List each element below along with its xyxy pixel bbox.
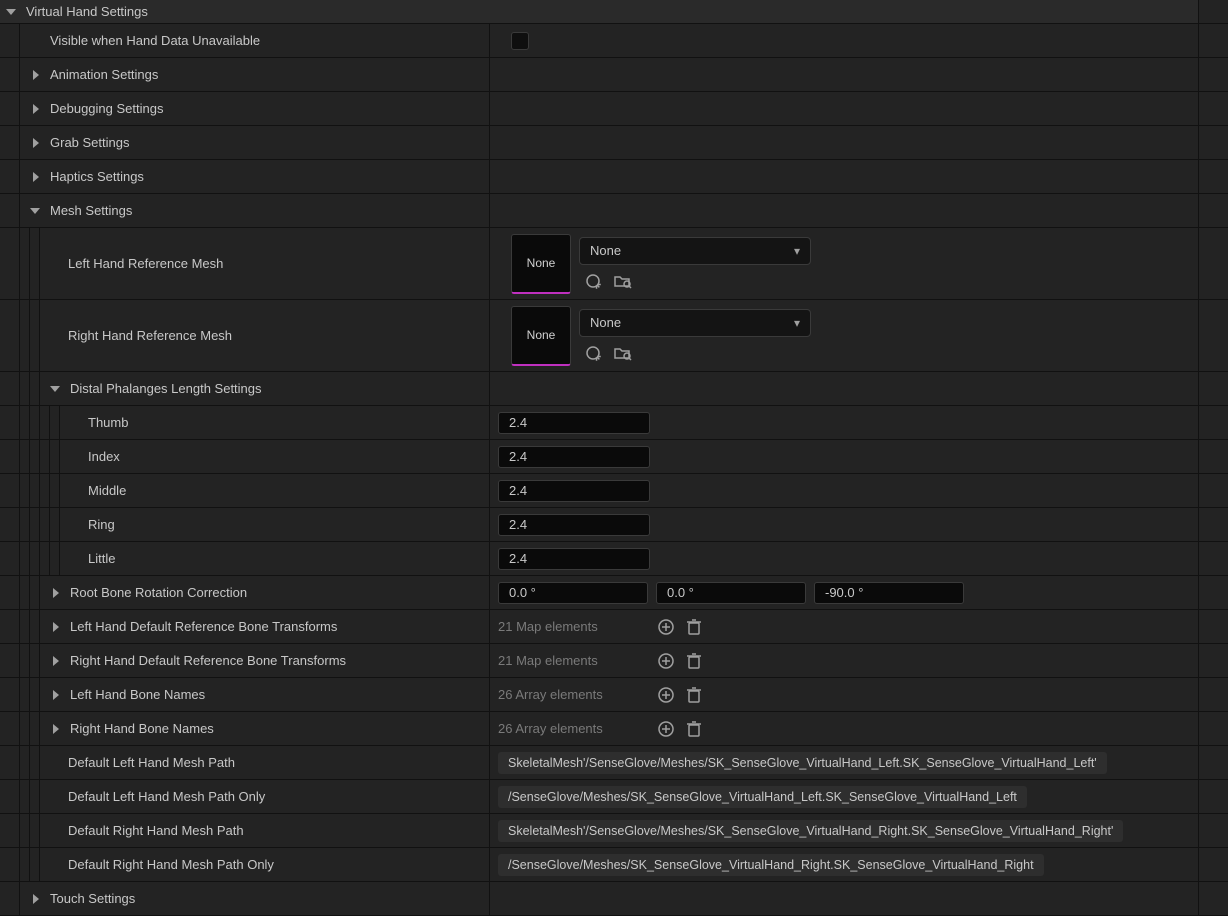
- prop-label: Index: [88, 449, 120, 464]
- prop-label: Little: [88, 551, 115, 566]
- caret-right-icon[interactable]: [50, 621, 62, 633]
- prop-label: Default Left Hand Mesh Path Only: [68, 789, 265, 804]
- add-element-icon[interactable]: [656, 617, 676, 637]
- input-rot-x[interactable]: [498, 582, 648, 604]
- row-left-bone-names: Left Hand Bone Names 26 Array elements: [0, 678, 1228, 712]
- row-ring: Ring: [0, 508, 1228, 542]
- use-selected-icon[interactable]: [583, 343, 603, 363]
- prop-label: Root Bone Rotation Correction: [70, 585, 247, 600]
- prop-label: Haptics Settings: [50, 169, 144, 184]
- add-element-icon[interactable]: [656, 685, 676, 705]
- count-text: 26 Array elements: [498, 721, 648, 736]
- caret-down-icon: [6, 6, 18, 18]
- row-mesh-settings[interactable]: Mesh Settings: [0, 194, 1228, 228]
- prop-label: Left Hand Bone Names: [70, 687, 205, 702]
- use-selected-icon[interactable]: [583, 271, 603, 291]
- prop-label: Visible when Hand Data Unavailable: [50, 33, 260, 48]
- row-right-bone-names: Right Hand Bone Names 26 Array elements: [0, 712, 1228, 746]
- row-left-hand-reference-mesh: Left Hand Reference Mesh None None ▾: [0, 228, 1228, 300]
- row-right-default-transforms: Right Hand Default Reference Bone Transf…: [0, 644, 1228, 678]
- prop-label: Default Left Hand Mesh Path: [68, 755, 235, 770]
- prop-label: Default Right Hand Mesh Path Only: [68, 857, 274, 872]
- prop-label: Middle: [88, 483, 126, 498]
- row-debugging-settings[interactable]: Debugging Settings: [0, 92, 1228, 126]
- input-ring[interactable]: [498, 514, 650, 536]
- caret-right-icon: [30, 893, 42, 905]
- row-default-right-mesh-path: Default Right Hand Mesh Path SkeletalMes…: [0, 814, 1228, 848]
- input-rot-y[interactable]: [656, 582, 806, 604]
- caret-right-icon[interactable]: [50, 689, 62, 701]
- prop-label: Touch Settings: [50, 891, 135, 906]
- browse-icon[interactable]: [613, 271, 633, 291]
- readonly-value: SkeletalMesh'/SenseGlove/Meshes/SK_Sense…: [498, 752, 1107, 774]
- row-thumb: Thumb: [0, 406, 1228, 440]
- caret-right-icon[interactable]: [50, 655, 62, 667]
- row-animation-settings[interactable]: Animation Settings: [0, 58, 1228, 92]
- row-little: Little: [0, 542, 1228, 576]
- trash-icon[interactable]: [684, 651, 704, 671]
- row-haptics-settings[interactable]: Haptics Settings: [0, 160, 1228, 194]
- caret-right-icon: [30, 69, 42, 81]
- caret-right-icon: [30, 137, 42, 149]
- chevron-down-icon: ▾: [794, 316, 800, 330]
- caret-right-icon[interactable]: [50, 723, 62, 735]
- row-index: Index: [0, 440, 1228, 474]
- input-little[interactable]: [498, 548, 650, 570]
- readonly-value: SkeletalMesh'/SenseGlove/Meshes/SK_Sense…: [498, 820, 1123, 842]
- prop-label: Default Right Hand Mesh Path: [68, 823, 244, 838]
- readonly-value: /SenseGlove/Meshes/SK_SenseGlove_Virtual…: [498, 786, 1027, 808]
- caret-right-icon: [30, 103, 42, 115]
- row-grab-settings[interactable]: Grab Settings: [0, 126, 1228, 160]
- trash-icon[interactable]: [684, 719, 704, 739]
- prop-label: Ring: [88, 517, 115, 532]
- row-default-right-mesh-path-only: Default Right Hand Mesh Path Only /Sense…: [0, 848, 1228, 882]
- asset-thumbnail-left[interactable]: None: [511, 234, 571, 294]
- category-label: Virtual Hand Settings: [26, 4, 148, 19]
- add-element-icon[interactable]: [656, 651, 676, 671]
- prop-label: Grab Settings: [50, 135, 130, 150]
- readonly-value: /SenseGlove/Meshes/SK_SenseGlove_Virtual…: [498, 854, 1044, 876]
- chevron-down-icon: ▾: [794, 244, 800, 258]
- trash-icon[interactable]: [684, 617, 704, 637]
- caret-down-icon: [30, 205, 42, 217]
- row-distal-phalanges[interactable]: Distal Phalanges Length Settings: [0, 372, 1228, 406]
- count-text: 21 Map elements: [498, 619, 648, 634]
- dropdown-right-ref-mesh[interactable]: None ▾: [579, 309, 811, 337]
- prop-label: Left Hand Default Reference Bone Transfo…: [70, 619, 337, 634]
- row-right-hand-reference-mesh: Right Hand Reference Mesh None None ▾: [0, 300, 1228, 372]
- input-middle[interactable]: [498, 480, 650, 502]
- input-index[interactable]: [498, 446, 650, 468]
- asset-thumbnail-right[interactable]: None: [511, 306, 571, 366]
- row-default-left-mesh-path: Default Left Hand Mesh Path SkeletalMesh…: [0, 746, 1228, 780]
- count-text: 21 Map elements: [498, 653, 648, 668]
- browse-icon[interactable]: [613, 343, 633, 363]
- prop-label: Right Hand Default Reference Bone Transf…: [70, 653, 346, 668]
- prop-label: Thumb: [88, 415, 128, 430]
- caret-right-icon[interactable]: [50, 587, 62, 599]
- prop-label: Debugging Settings: [50, 101, 163, 116]
- dropdown-left-ref-mesh[interactable]: None ▾: [579, 237, 811, 265]
- prop-label: Right Hand Reference Mesh: [68, 328, 232, 343]
- prop-label: Right Hand Bone Names: [70, 721, 214, 736]
- trash-icon[interactable]: [684, 685, 704, 705]
- prop-label: Mesh Settings: [50, 203, 132, 218]
- checkbox-visible-when-unavailable[interactable]: [511, 32, 529, 50]
- row-left-default-transforms: Left Hand Default Reference Bone Transfo…: [0, 610, 1228, 644]
- row-visible-when-unavailable: Visible when Hand Data Unavailable: [0, 24, 1228, 58]
- category-virtual-hand-settings[interactable]: Virtual Hand Settings: [0, 0, 1228, 24]
- prop-label: Distal Phalanges Length Settings: [70, 381, 262, 396]
- caret-right-icon: [30, 171, 42, 183]
- caret-down-icon: [50, 383, 62, 395]
- input-rot-z[interactable]: [814, 582, 964, 604]
- prop-label: Animation Settings: [50, 67, 158, 82]
- add-element-icon[interactable]: [656, 719, 676, 739]
- count-text: 26 Array elements: [498, 687, 648, 702]
- input-thumb[interactable]: [498, 412, 650, 434]
- prop-label: Left Hand Reference Mesh: [68, 256, 223, 271]
- row-default-left-mesh-path-only: Default Left Hand Mesh Path Only /SenseG…: [0, 780, 1228, 814]
- row-root-bone-rotation: Root Bone Rotation Correction: [0, 576, 1228, 610]
- row-middle: Middle: [0, 474, 1228, 508]
- row-touch-settings[interactable]: Touch Settings: [0, 882, 1228, 916]
